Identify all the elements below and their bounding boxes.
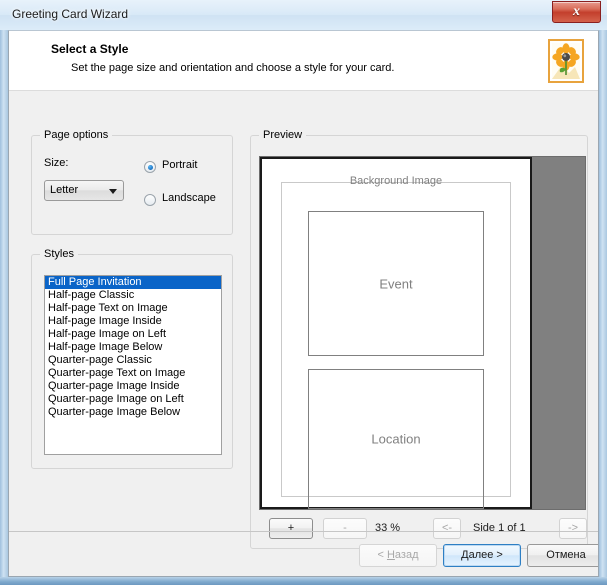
zoom-level-label: 33 % xyxy=(375,522,401,534)
window-frame-bottom xyxy=(0,577,607,585)
title-bar[interactable]: Greeting Card Wizard x xyxy=(0,0,607,30)
page-subtitle: Set the page size and orientation and ch… xyxy=(71,62,395,74)
cancel-button[interactable]: Отмена xyxy=(527,544,598,567)
side-status-label: Side 1 of 1 xyxy=(473,522,526,534)
preview-page: Background Image Event Location xyxy=(260,157,532,509)
radio-landscape[interactable]: Landscape xyxy=(144,192,224,208)
zoom-out-button[interactable]: - xyxy=(323,518,367,539)
styles-listbox[interactable]: Full Page Invitation Half-page Classic Hal… xyxy=(44,275,222,455)
list-item[interactable]: Quarter-page Image Below xyxy=(45,406,221,419)
close-button[interactable]: x xyxy=(552,1,601,23)
footer-separator xyxy=(9,531,598,532)
radio-landscape-label: Landscape xyxy=(162,192,216,204)
list-item[interactable]: Quarter-page Text on Image xyxy=(45,367,221,380)
styles-group: Styles Full Page Invitation Half-page Cla… xyxy=(31,248,233,469)
wizard-client-area: Select a Style Set the page size and ori… xyxy=(8,30,599,577)
window-frame-left xyxy=(0,0,8,585)
styles-legend: Styles xyxy=(40,248,78,260)
location-field-box: Location xyxy=(308,369,484,509)
event-field-box: Event xyxy=(308,211,484,356)
page-title: Select a Style xyxy=(51,42,129,56)
list-item[interactable]: Quarter-page Image on Left xyxy=(45,393,221,406)
back-button-mnemonic: Н xyxy=(386,549,395,561)
back-button-prefix: < xyxy=(377,549,387,561)
background-image-placeholder: Background Image Event Location xyxy=(281,175,511,509)
preview-legend: Preview xyxy=(259,129,307,141)
page-options-group: Page options Size: Letter Portrait Lands… xyxy=(31,129,233,235)
size-select[interactable]: Letter xyxy=(44,180,124,201)
list-item[interactable]: Half-page Image on Left xyxy=(45,328,221,341)
radio-landscape-mark xyxy=(144,194,156,206)
chevron-down-icon xyxy=(109,189,117,194)
window-frame-right xyxy=(599,0,607,585)
close-icon: x xyxy=(573,4,580,19)
event-label: Event xyxy=(379,276,413,291)
preview-group: Preview Background Image Event Location … xyxy=(250,129,588,549)
list-item[interactable]: Half-page Classic xyxy=(45,289,221,302)
next-side-button[interactable]: -> xyxy=(559,518,587,539)
next-button[interactable]: Далее > xyxy=(443,544,521,567)
back-button[interactable]: < Назад xyxy=(359,544,437,567)
background-image-label: Background Image xyxy=(349,175,443,187)
list-item[interactable]: Quarter-page Classic xyxy=(45,354,221,367)
preview-canvas[interactable]: Background Image Event Location xyxy=(259,156,586,510)
page-options-legend: Page options xyxy=(40,129,113,141)
list-item[interactable]: Full Page Invitation xyxy=(45,276,221,289)
radio-portrait[interactable]: Portrait xyxy=(144,159,224,175)
list-item[interactable]: Quarter-page Image Inside xyxy=(45,380,221,393)
wizard-window: Greeting Card Wizard x Select a Style Se… xyxy=(0,0,607,585)
list-item[interactable]: Half-page Text on Image xyxy=(45,302,221,315)
location-label: Location xyxy=(371,431,421,447)
wizard-header: Select a Style Set the page size and ori… xyxy=(9,31,598,91)
zoom-in-button[interactable]: + xyxy=(269,518,313,539)
window-title: Greeting Card Wizard xyxy=(12,7,129,21)
size-select-value: Letter xyxy=(50,184,79,196)
back-button-suffix: азад xyxy=(394,549,419,561)
radio-portrait-mark xyxy=(144,161,156,173)
flower-picture-icon xyxy=(548,39,584,83)
previous-side-button[interactable]: <- xyxy=(433,518,461,539)
radio-portrait-label: Portrait xyxy=(162,159,198,171)
size-label: Size: xyxy=(44,157,69,169)
list-item[interactable]: Half-page Image Inside xyxy=(45,315,221,328)
list-item[interactable]: Half-page Image Below xyxy=(45,341,221,354)
